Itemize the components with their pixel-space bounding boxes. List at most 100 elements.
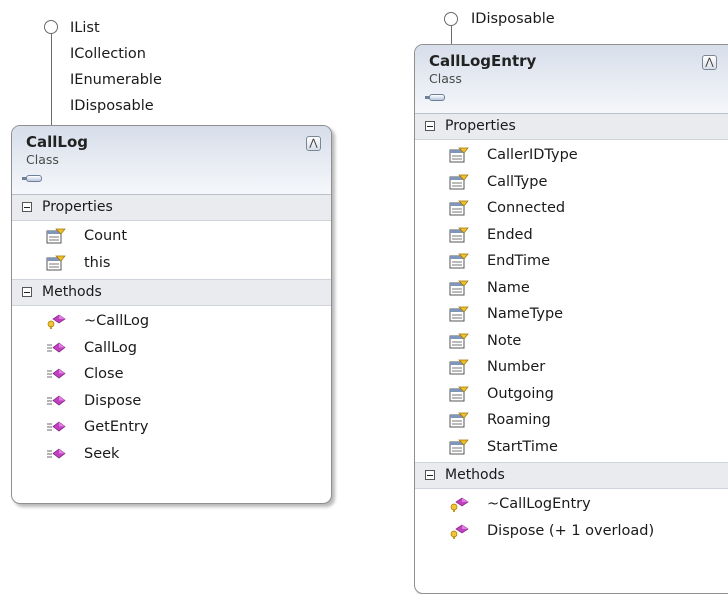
property-icon <box>449 227 469 242</box>
property-icon <box>46 255 66 270</box>
properties-section-header[interactable]: Properties <box>12 195 331 221</box>
methods-section-header[interactable]: Methods <box>415 462 728 489</box>
property-name: Name <box>487 279 530 296</box>
collapse-section-icon[interactable] <box>425 470 435 480</box>
property-icon <box>46 228 66 244</box>
method-name: Close <box>84 366 124 382</box>
methods-section-header[interactable]: Methods <box>12 279 331 306</box>
property-name: Roaming <box>487 412 551 428</box>
properties-list: CallerIDType CallType Connected Ended EndTim… <box>415 140 728 462</box>
interface-label: IList <box>70 20 100 36</box>
calllog-interface-list: IList ICollection IEnumerable IDisposabl… <box>70 15 162 119</box>
property-name: this <box>84 254 111 271</box>
collapse-section-icon[interactable] <box>22 202 32 212</box>
property-icon <box>449 280 469 295</box>
method-item[interactable]: Dispose <box>12 388 331 415</box>
method-name: GetEntry <box>84 419 149 435</box>
method-name: ~CallLogEntry <box>487 496 591 512</box>
property-item[interactable]: Roaming <box>415 407 728 434</box>
property-item[interactable]: Outgoing <box>415 381 728 408</box>
class-name: CallLogEntry <box>429 52 537 70</box>
method-item[interactable]: CallLog <box>12 335 331 362</box>
method-name: Dispose <box>84 392 142 409</box>
properties-list: Count this <box>12 221 331 279</box>
property-item[interactable]: Number <box>415 354 728 381</box>
property-name: Count <box>84 228 128 244</box>
property-item[interactable]: CallType <box>415 169 728 196</box>
public-method-icon <box>47 395 66 405</box>
property-icon <box>449 253 469 269</box>
method-name: Dispose (+ 1 overload) <box>487 522 655 539</box>
interface-connector <box>451 26 452 44</box>
property-name: StartTime <box>487 438 558 455</box>
property-item[interactable]: Name <box>415 275 728 302</box>
public-method-icon <box>47 342 66 352</box>
collapse-class-button[interactable]: ⋀ <box>306 136 321 151</box>
property-name: Outgoing <box>487 385 554 402</box>
interface-lollipop-icon <box>44 20 58 34</box>
property-item[interactable]: CallerIDType <box>415 142 728 169</box>
property-icon <box>449 333 469 348</box>
property-name: Number <box>487 359 546 375</box>
section-label: Methods <box>42 284 102 300</box>
method-name: CallLog <box>84 339 137 356</box>
interface-label: IDisposable <box>471 11 555 27</box>
method-name: Seek <box>84 445 120 462</box>
property-item[interactable]: EndTime <box>415 248 728 275</box>
collapse-section-icon[interactable] <box>425 121 435 131</box>
class-kind: Class <box>429 71 462 86</box>
property-icon <box>449 147 469 163</box>
property-name: CallType <box>487 173 548 190</box>
collapse-class-button[interactable]: ⋀ <box>702 55 717 70</box>
property-icon <box>449 200 469 216</box>
calllogentry-class-box[interactable]: CallLogEntry Class ⋀ Properties CallerID… <box>414 44 728 594</box>
interface-lollipop-icon <box>444 12 458 26</box>
method-item[interactable]: Seek <box>12 441 331 468</box>
interface-connector <box>51 34 52 125</box>
property-icon <box>449 306 469 322</box>
methods-list: ~CallLog CallLog Close Dispose GetEntry … <box>12 306 331 467</box>
calllog-class-box[interactable]: CallLog Class ⋀ Properties Count this Me… <box>11 125 332 504</box>
property-item[interactable]: NameType <box>415 301 728 328</box>
public-method-icon <box>47 421 66 432</box>
class-kind: Class <box>26 152 59 167</box>
section-label: Methods <box>445 467 505 483</box>
property-name: EndTime <box>487 253 551 269</box>
calllogentry-interface-list: IDisposable <box>471 6 555 32</box>
properties-section-header[interactable]: Properties <box>415 114 728 140</box>
property-icon <box>449 386 469 401</box>
property-name: NameType <box>487 306 564 322</box>
class-shape-icon <box>425 94 445 101</box>
property-item[interactable]: Count <box>12 223 331 250</box>
property-item[interactable]: StartTime <box>415 434 728 461</box>
interface-label: IDisposable <box>70 98 154 114</box>
property-item[interactable]: Note <box>415 328 728 355</box>
class-header[interactable]: CallLog Class ⋀ <box>12 126 331 195</box>
property-item[interactable]: Ended <box>415 222 728 249</box>
method-item[interactable]: ~CallLog <box>12 308 331 335</box>
method-item[interactable]: GetEntry <box>12 414 331 441</box>
method-item[interactable]: Dispose (+ 1 overload) <box>415 518 728 545</box>
protected-method-icon <box>450 524 469 539</box>
method-item[interactable]: ~CallLogEntry <box>415 491 728 518</box>
property-icon <box>449 412 469 428</box>
methods-list: ~CallLogEntry Dispose (+ 1 overload) <box>415 489 728 544</box>
protected-method-icon <box>47 314 66 329</box>
property-name: Note <box>487 332 522 349</box>
property-item[interactable]: this <box>12 250 331 277</box>
property-icon <box>449 174 469 189</box>
property-name: Connected <box>487 200 566 216</box>
method-item[interactable]: Close <box>12 361 331 388</box>
public-method-icon <box>47 448 66 458</box>
property-icon <box>449 439 469 454</box>
class-name: CallLog <box>26 133 89 151</box>
section-label: Properties <box>42 199 113 215</box>
method-name: ~CallLog <box>84 313 150 329</box>
protected-method-icon <box>450 497 469 512</box>
property-item[interactable]: Connected <box>415 195 728 222</box>
property-name: Ended <box>487 226 533 243</box>
interface-label: IEnumerable <box>70 72 162 88</box>
interface-label: ICollection <box>70 46 146 62</box>
class-header[interactable]: CallLogEntry Class ⋀ <box>415 45 728 114</box>
collapse-section-icon[interactable] <box>22 287 32 297</box>
